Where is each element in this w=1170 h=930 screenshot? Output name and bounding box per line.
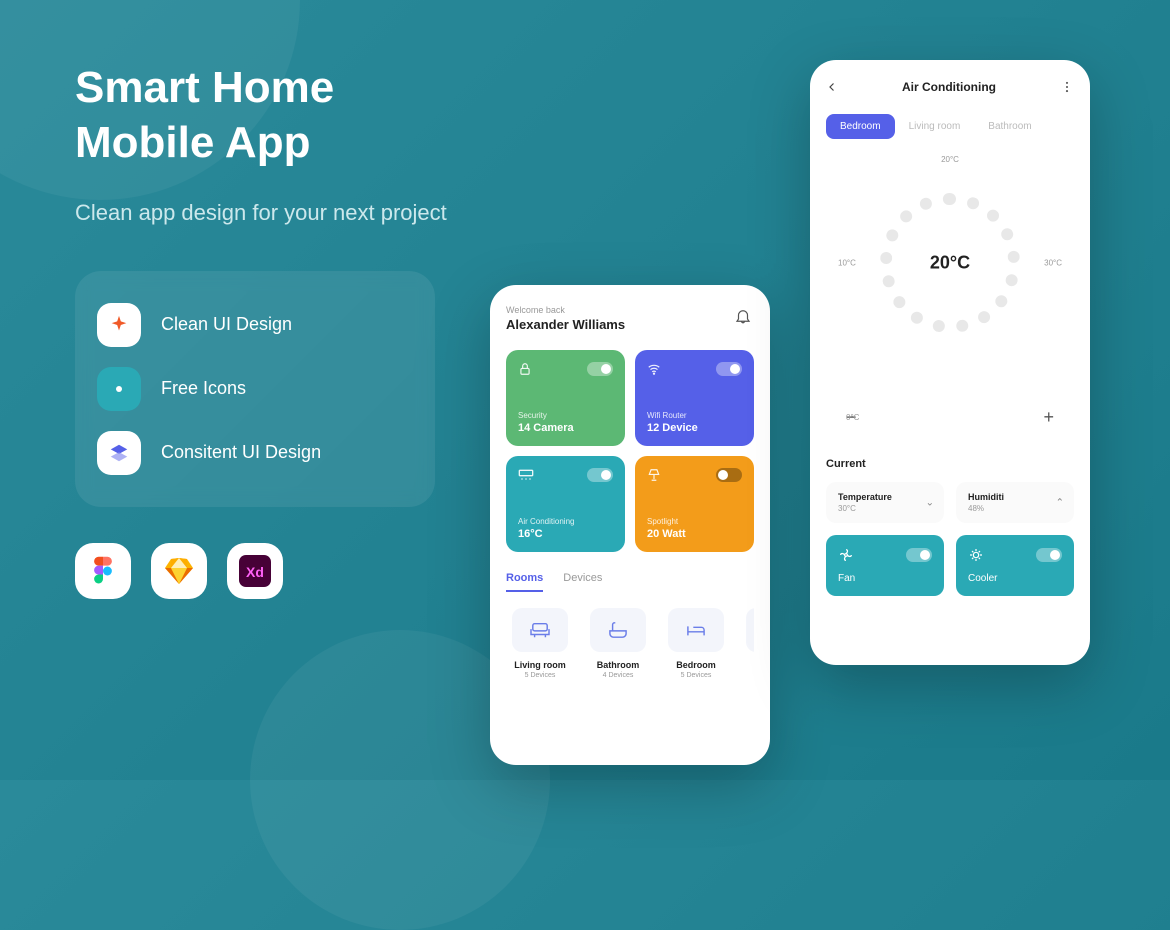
room-devices: 4 Devices [584,672,652,679]
sketch-icon [151,543,207,599]
page-title: Air Conditioning [902,80,996,94]
tab-rooms[interactable]: Rooms [506,572,543,592]
feature-free-icons: Free Icons [97,357,413,421]
card-security[interactable]: Security 14 Camera [506,350,625,446]
chevron-up-icon: ⌃ [1056,497,1064,508]
toggle-security[interactable] [587,362,613,376]
device-fan[interactable]: Fan [826,535,944,596]
stat-value: 30°C [838,504,932,513]
device-cooler[interactable]: Cooler [956,535,1074,596]
feature-label: Consitent UI Design [161,442,321,463]
stat-humidity[interactable]: Humiditi 48% ⌃ [956,482,1074,523]
dial-bottom: 0°C [846,413,859,422]
dial-left: 10°C [838,259,856,268]
feature-consistent: Consitent UI Design [97,421,413,485]
room-name: Bathroom [584,660,652,670]
figma-icon [75,543,131,599]
phone-home: Welcome back Alexander Williams Security… [490,285,770,765]
device-name: Fan [838,573,932,584]
room-devices: 5 Devices [662,672,730,679]
roomtab-bathroom[interactable]: Bathroom [974,114,1045,139]
phone-ac: Air Conditioning Bedroom Living room Bat… [810,60,1090,665]
promo-subtitle: Clean app design for your next project [75,198,455,229]
card-value: 12 Device [647,422,742,434]
room-devices: 5 Devices [506,672,574,679]
card-wifi[interactable]: Wifi Router 12 Device [635,350,754,446]
stat-temperature[interactable]: Temperature 30°C ⌄ [826,482,944,523]
tab-devices[interactable]: Devices [563,572,602,592]
feature-label: Clean UI Design [161,314,292,335]
tool-icons-row: Xd [75,543,455,599]
bed-icon [668,608,724,652]
ac-icon [518,469,534,481]
bell-icon[interactable] [734,307,752,325]
card-spotlight[interactable]: Spotlight 20 Watt [635,456,754,552]
toggle-cooler[interactable] [1036,548,1062,562]
dial-right: 30°C [1044,259,1062,268]
card-value: 16°C [518,528,613,540]
cooler-icon [968,547,984,563]
plus-button[interactable]: + [1043,407,1054,428]
layers-icon [97,431,141,475]
feature-box: Clean UI Design Free Icons Consitent UI … [75,271,435,507]
xd-icon: Xd [227,543,283,599]
toggle-wifi[interactable] [716,362,742,376]
lamp-icon [647,468,661,482]
card-label: Air Conditioning [518,517,613,526]
dial-center: 20°C [930,253,970,274]
username: Alexander Williams [506,317,754,332]
dial-top: 20°C [941,155,959,164]
feature-label: Free Icons [161,378,246,399]
wifi-icon [647,362,661,376]
sofa-icon [512,608,568,652]
promo-title: Smart Home Mobile App [75,60,455,170]
room-partial[interactable]: Be [740,608,754,679]
fan-icon [838,547,854,563]
stat-value: 48% [968,504,1062,513]
roomtab-bedroom[interactable]: Bedroom [826,114,895,139]
more-icon[interactable] [1060,80,1074,94]
current-label: Current [826,458,1074,470]
stat-label: Humiditi [968,492,1062,502]
dot-icon [97,367,141,411]
svg-text:Xd: Xd [246,564,264,580]
sparkle-icon [97,303,141,347]
card-label: Security [518,411,613,420]
lock-icon [518,362,532,376]
room-name: Be [740,660,754,670]
toggle-ac[interactable] [587,468,613,482]
card-ac[interactable]: Air Conditioning 16°C [506,456,625,552]
card-label: Wifi Router [647,411,742,420]
card-value: 14 Camera [518,422,613,434]
card-value: 20 Watt [647,528,742,540]
room-bedroom[interactable]: Bedroom 5 Devices [662,608,730,679]
toggle-spotlight[interactable] [716,468,742,482]
toggle-fan[interactable] [906,548,932,562]
room-name: Bedroom [662,660,730,670]
feature-clean-ui: Clean UI Design [97,293,413,357]
room-bathroom[interactable]: Bathroom 4 Devices [584,608,652,679]
welcome-label: Welcome back [506,305,754,315]
room-name: Living room [506,660,574,670]
device-name: Cooler [968,573,1062,584]
roomtab-living[interactable]: Living room [895,114,975,139]
room-living[interactable]: Living room 5 Devices [506,608,574,679]
back-icon[interactable] [826,81,838,93]
card-label: Spotlight [647,517,742,526]
stat-label: Temperature [838,492,932,502]
chevron-down-icon: ⌄ [926,497,934,508]
promo-panel: Smart Home Mobile App Clean app design f… [75,60,455,599]
bath-icon [590,608,646,652]
temperature-dial[interactable]: 20°C 10°C 30°C 20°C [850,163,1050,363]
bed-icon [746,608,754,652]
